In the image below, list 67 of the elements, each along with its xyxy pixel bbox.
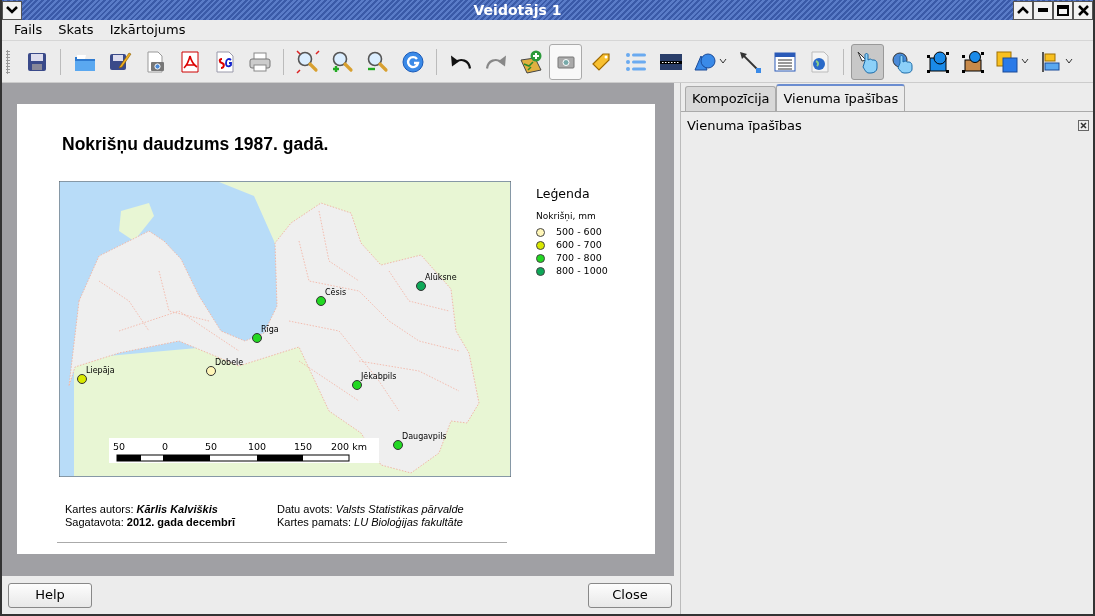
legend-label: 700 - 800 (556, 250, 602, 265)
city-label: Jēkabpils (361, 372, 397, 382)
minimize-icon (1038, 8, 1048, 12)
city-label: Cēsis (325, 288, 347, 298)
dialog-button[interactable]: Close (588, 582, 672, 608)
footer-label: Datu avots: (277, 503, 334, 516)
footer-value: Valsts Statistikas pārvalde (335, 503, 464, 516)
close-button[interactable] (1073, 0, 1093, 20)
window-title: Veidotājs 1 (472, 0, 563, 20)
close-icon (1077, 4, 1089, 16)
scale-label: 200 km (331, 441, 367, 453)
maximize-icon (1057, 4, 1069, 16)
panel-title: Vienuma īpašības (687, 117, 802, 135)
zoom-in-icon (330, 49, 355, 74)
shade-button[interactable] (1013, 0, 1033, 20)
table-icon (772, 49, 797, 74)
stacked-squares-icon (995, 49, 1019, 74)
printer-icon (247, 49, 272, 74)
map-plus-icon (518, 49, 543, 74)
undo-icon (448, 53, 473, 70)
align-icon (1039, 49, 1063, 74)
chevron-up-icon (1017, 6, 1029, 14)
legend-subtitle: Nokrišņi, mm (536, 210, 597, 223)
legend-title: Leģenda (536, 185, 591, 204)
hand-pointer-icon (855, 49, 880, 74)
legend-label: 600 - 700 (556, 237, 602, 252)
city-label: Liepāja (86, 366, 115, 376)
zoom-out-icon (365, 49, 390, 74)
footer-label: Sagatavota: (65, 516, 125, 529)
city-label: Daugavpils (402, 432, 447, 442)
city-label: Dobele (215, 358, 244, 368)
caret-icon (1021, 59, 1029, 64)
ungroup-icon (960, 49, 985, 74)
minimize-button[interactable] (1033, 0, 1053, 20)
hand-globe-icon (890, 49, 915, 74)
footer-value: 2012. gada decembrī (126, 516, 235, 529)
group-icon (925, 49, 950, 74)
menu-item[interactable]: Skats (50, 20, 102, 40)
scale-label: 50 (204, 441, 218, 453)
scale-label: 100 (247, 441, 267, 453)
close-icon[interactable] (1078, 120, 1089, 132)
chevron-down-icon (6, 6, 18, 14)
menu-item[interactable]: Izkārtojums (101, 20, 194, 40)
redo-icon (483, 53, 508, 70)
footer-label: Kartes pamats: (277, 516, 352, 529)
window-menu-button[interactable] (2, 0, 22, 20)
city-label: Rīga (261, 325, 279, 335)
caret-icon (719, 59, 727, 64)
scale-label: 0 (162, 441, 168, 453)
legend-label: 800 - 1000 (556, 263, 608, 278)
footer-value: LU Bioloģijas fakultāte (354, 516, 463, 529)
menu-item[interactable]: Fails (6, 20, 51, 40)
dialog-button[interactable]: Help (8, 582, 92, 608)
map-title: Nokrišņu daudzums 1987. gadā. (62, 133, 330, 156)
scale-label: 150 (293, 441, 313, 453)
legend-label: 500 - 600 (556, 224, 602, 239)
caret-icon (1065, 59, 1073, 64)
tab[interactable]: Vienuma īpašības (776, 83, 906, 111)
footer-value: Kārlis Kalviškis (136, 503, 218, 516)
scale-label: 50 (112, 441, 126, 453)
tab[interactable]: Kompozīcija (685, 85, 777, 111)
footer-label: Kartes autors: (65, 503, 135, 516)
refresh-icon (400, 49, 425, 74)
city-label: Alūksne (425, 273, 457, 283)
maximize-button[interactable] (1053, 0, 1073, 20)
arrow-icon (737, 49, 762, 74)
zoom-full-icon (295, 49, 320, 74)
